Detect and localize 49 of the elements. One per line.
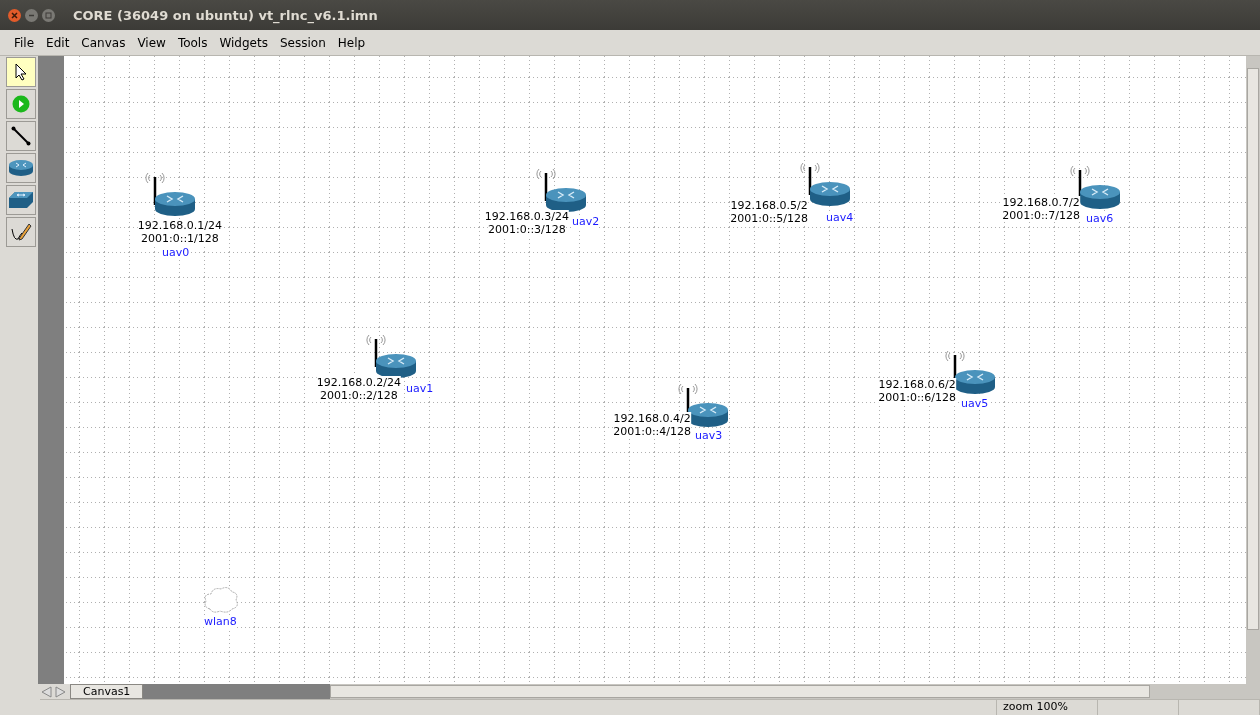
menu-item[interactable]: Canvas — [75, 33, 132, 52]
ip-address-label: 192.168.0.6/2 — [878, 378, 956, 391]
menu-item[interactable]: Tools — [171, 33, 214, 52]
menu-item[interactable]: Edit — [40, 33, 76, 52]
horizontal-scrollbar[interactable] — [330, 684, 1260, 699]
link-icon — [11, 126, 31, 146]
ip-address-label: 2001:0::6/128 — [878, 391, 956, 404]
menu-item[interactable]: Session — [273, 33, 332, 52]
node-label: uav3 — [695, 429, 723, 442]
ip-address-label: 2001:0::7/128 — [1002, 209, 1080, 222]
ip-address-label: 192.168.0.3/24 — [484, 210, 569, 223]
canvas-tab[interactable]: Canvas1 — [70, 684, 144, 699]
node-label: uav1 — [406, 382, 434, 395]
menu-item[interactable]: View — [131, 33, 172, 52]
node-label: uav2 — [572, 215, 600, 228]
ip-address-label: 2001:0::5/128 — [730, 212, 808, 225]
ip-address-label: 192.168.0.5/2 — [730, 199, 808, 212]
ip-address-label: 192.168.0.2/24 — [316, 376, 401, 389]
zoom-level: zoom 100% — [997, 700, 1098, 715]
node-label: uav5 — [961, 397, 989, 410]
tool-button[interactable] — [6, 217, 36, 247]
ip-address-label: 2001:0::4/128 — [613, 425, 691, 438]
window-title: CORE (36049 on ubuntu) vt_rlnc_v6.1.imn — [73, 7, 378, 23]
play-icon — [12, 95, 30, 113]
ip-address-label: 2001:0::3/128 — [488, 223, 566, 236]
menu-item[interactable]: File — [8, 33, 41, 52]
ip-address-label: 192.168.0.7/2 — [1002, 196, 1080, 209]
minimize-button[interactable] — [25, 8, 38, 22]
tool-button[interactable] — [6, 121, 36, 151]
pencil-icon — [10, 221, 32, 243]
ip-address-label: 2001:0::2/128 — [320, 389, 398, 402]
menu-item[interactable]: Widgets — [213, 33, 274, 52]
vertical-scrollbar[interactable] — [1246, 56, 1260, 684]
node-label: uav6 — [1086, 212, 1114, 225]
pointer-icon — [15, 63, 27, 81]
ip-address-label: 2001:0::1/128 — [141, 232, 219, 245]
switch-icon — [8, 191, 34, 209]
ip-address-label: 192.168.0.4/2 — [613, 412, 691, 425]
close-button[interactable] — [8, 8, 21, 22]
maximize-icon — [45, 11, 52, 19]
node-label: uav4 — [826, 211, 854, 224]
node-label: uav0 — [162, 246, 190, 259]
menu-item[interactable]: Help — [331, 33, 372, 52]
close-icon — [11, 11, 18, 19]
ip-address-label: 192.168.0.1/24 — [137, 219, 222, 232]
maximize-button[interactable] — [42, 8, 55, 22]
tool-button[interactable] — [6, 57, 36, 87]
router-icon — [8, 159, 34, 177]
node-label: wlan8 — [204, 615, 237, 628]
